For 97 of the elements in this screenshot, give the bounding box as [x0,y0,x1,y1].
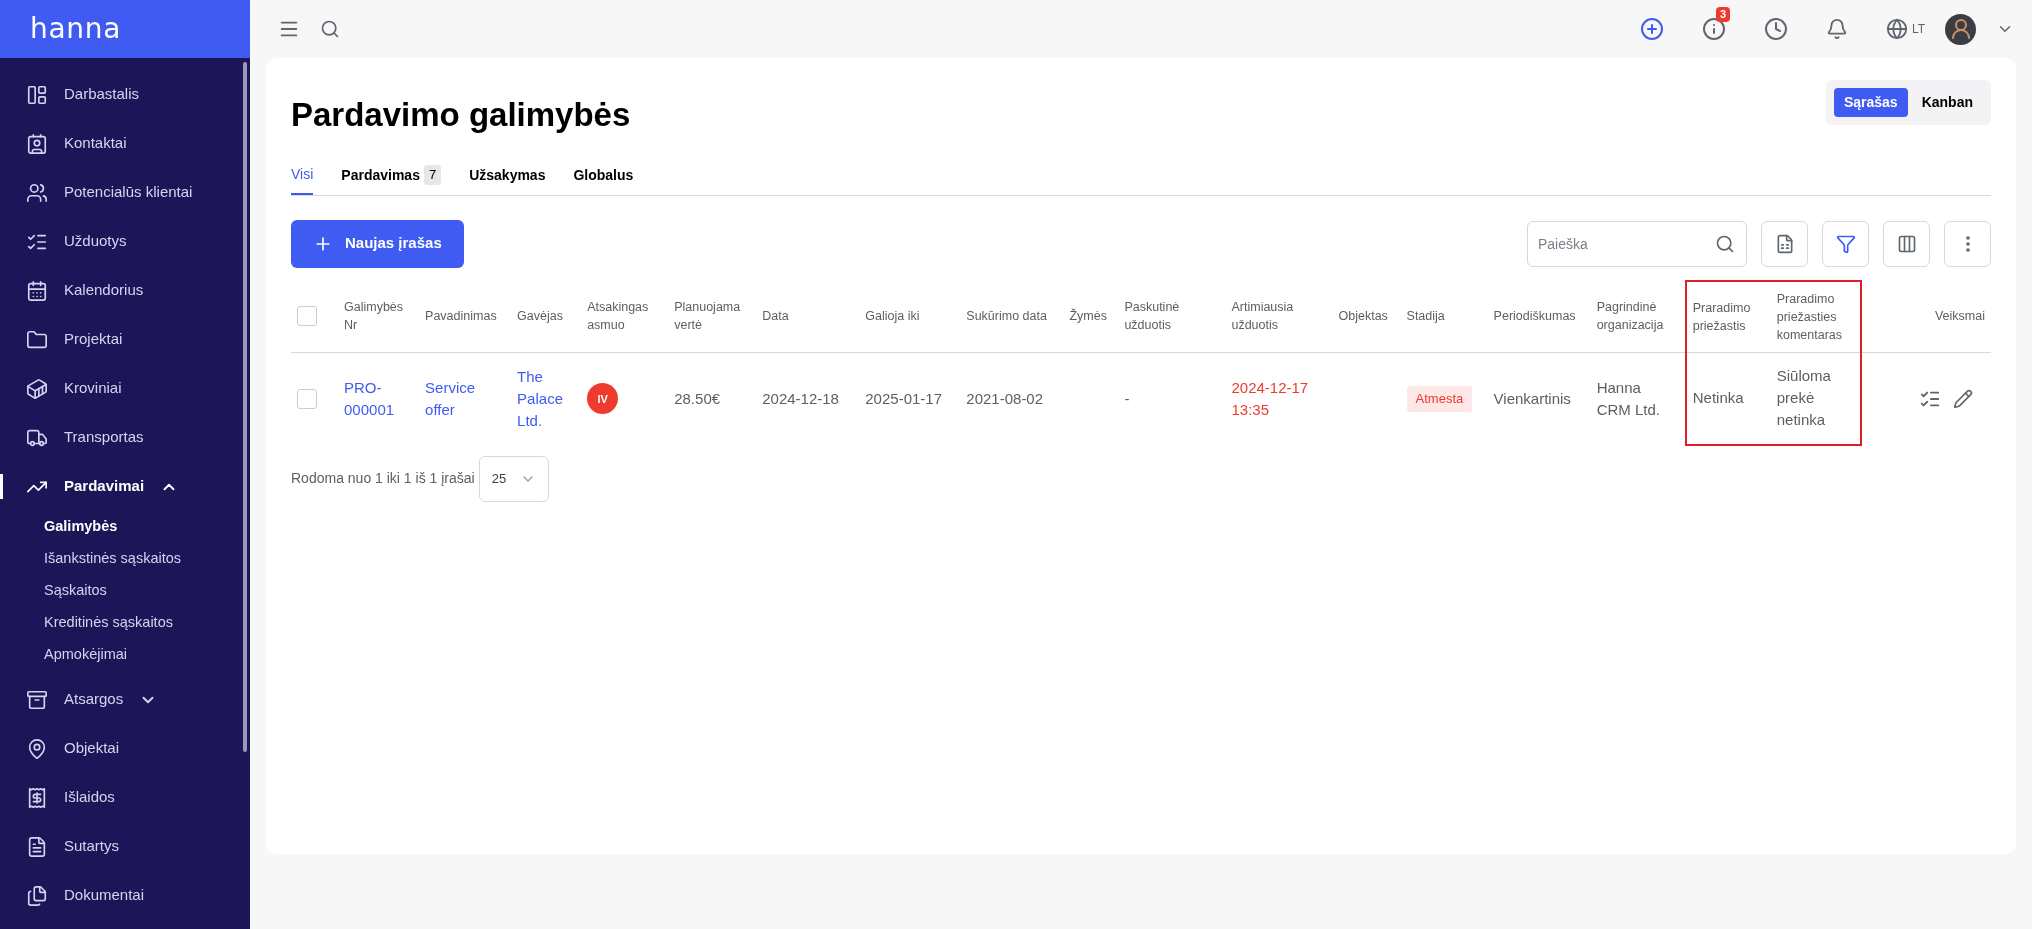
new-record-button[interactable]: Naujas įrašas [291,219,464,268]
table-link[interactable]: Service offer [425,376,506,421]
active-indicator [0,474,3,499]
export-button[interactable] [1761,220,1808,267]
bell-icon[interactable] [1825,18,1848,40]
sidebar-item[interactable]: Kroviniai [0,364,250,413]
column-header[interactable]: Stadija [1406,307,1482,326]
sidebar-item[interactable]: Išlaidos [0,773,250,822]
cargo-icon [26,377,48,400]
page-size-select[interactable]: 25 [478,455,549,502]
column-header[interactable]: Sukūrimo data [966,307,1058,326]
sidebar-item[interactable]: Sutartys [0,822,250,871]
sidebar-item[interactable]: Projektai [0,315,250,364]
table-cell-text: 2021-08-02 [966,388,1045,409]
column-header[interactable]: Galioja iki [865,307,955,326]
status-badge: Atmesta [1406,386,1473,412]
column-header[interactable]: Artimiausia užduotis [1231,298,1327,335]
sidebar-subitem[interactable]: Išankstinės sąskaitos [0,543,250,575]
files-icon [26,884,48,907]
search-icon[interactable] [320,19,340,39]
sidebar-item[interactable]: Potencialūs klientai [0,168,250,217]
sidebar-subitem[interactable]: Galimybės [0,511,250,543]
filter-icon [1835,233,1856,254]
clock-icon[interactable] [1763,17,1788,41]
sidebar-subitem[interactable]: Kreditinės sąskaitos [0,607,250,639]
document-icon [26,835,48,858]
column-header[interactable]: Data [762,307,854,326]
sidebar-item[interactable]: Transportas [0,413,250,462]
column-header[interactable]: Periodiškumas [1493,307,1585,326]
language-switcher[interactable]: LT [1885,18,1925,40]
receipt-icon [26,786,48,809]
column-header[interactable]: Pavadinimas [425,307,506,326]
sidebar-item[interactable]: Pardavimai [0,462,250,511]
table-cell-text: Netinka [1692,388,1745,409]
table-cell-text: - [1124,388,1131,409]
user-avatar[interactable] [1945,13,1976,45]
filter-button[interactable] [1822,220,1869,267]
column-header[interactable]: Galimybės Nr [344,298,414,335]
edit-icon[interactable] [1953,388,1973,409]
scrollbar-thumb[interactable] [243,62,247,752]
table-cell-text: 2024-12-18 [762,388,840,409]
more-icon [1965,235,1970,252]
add-icon[interactable] [1639,17,1664,41]
users-icon [26,181,48,204]
column-header[interactable]: Planuojama vertė [674,298,751,335]
column-header[interactable]: Pagrindinė organizacija [1596,298,1679,335]
column-header[interactable]: Veiksmai [1867,307,1985,326]
sidebar-item[interactable]: Dokumentai [0,871,250,920]
tab[interactable]: Globalus [573,163,634,195]
column-header[interactable]: Žymės [1069,307,1113,326]
tab[interactable]: Užsakymas [469,163,546,195]
sidebar-item[interactable]: Kalendorius [0,266,250,315]
row-checkbox[interactable] [297,388,317,409]
notification-badge: 3 [1715,7,1730,22]
table-cell-text: Vienkartinis [1493,388,1572,409]
table-cell-text: Hanna CRM Ltd. [1596,377,1661,420]
sidebar-item[interactable]: Kontaktai [0,119,250,168]
columns-button[interactable] [1883,220,1930,267]
dashboard-icon [26,83,48,106]
tab[interactable]: Visi [291,163,314,195]
tab[interactable]: Pardavimas 7 [341,163,442,195]
table-link[interactable]: PRO-000001 [344,376,414,421]
column-header[interactable]: Paskutinė užduotis [1124,298,1220,335]
column-header[interactable]: Objektas [1338,307,1395,326]
calendar-icon [26,279,48,302]
columns-icon [1896,233,1917,254]
map-pin-icon [26,737,48,760]
logo[interactable]: hanna [30,8,122,50]
search-field[interactable]: Paieška [1527,220,1747,267]
contact-card-icon [26,132,48,155]
page-title: Pardavimo galimybės [291,95,631,135]
folder-icon [26,328,48,351]
sidebar-item[interactable]: Užduotys [0,217,250,266]
table-cell-text: 2025-01-17 [865,388,943,409]
tab-count: 7 [423,165,442,185]
column-header[interactable]: Praradimo priežastis [1692,298,1765,335]
column-header[interactable]: Atsakingas asmuo [587,298,663,335]
sidebar-subitem[interactable]: Sąskaitos [0,575,250,607]
table-link[interactable]: The Palace Ltd. [517,365,576,432]
select-all-checkbox[interactable] [297,306,317,327]
search-icon [1715,233,1735,254]
view-toggle-option[interactable]: Sąrašas [1833,88,1908,117]
info-icon[interactable] [1701,17,1726,41]
sidebar-item[interactable]: Darbastalis [0,70,250,119]
column-header[interactable]: Praradimo priežasties komentaras [1776,289,1854,344]
table-cell-text: 28.50€ [674,388,722,409]
sidebar-item[interactable]: Atsargos [0,675,250,724]
table-cell-text: Siūloma prekė netinka [1776,366,1832,431]
overdue-date: 2024-12-17 13:35 [1231,377,1310,420]
archive-icon [26,688,48,711]
column-header[interactable]: Gavėjas [517,307,576,326]
globe-icon [1885,18,1908,40]
sidebar-subitem[interactable]: Apmokėjimai [0,639,250,671]
view-toggle-option[interactable]: Kanban [1911,88,1983,117]
person-avatar: IV [587,383,619,415]
sidebar-item[interactable]: Objektai [0,724,250,773]
records-summary: Rodoma nuo 1 iki 1 iš 1 įrašai [291,469,475,488]
